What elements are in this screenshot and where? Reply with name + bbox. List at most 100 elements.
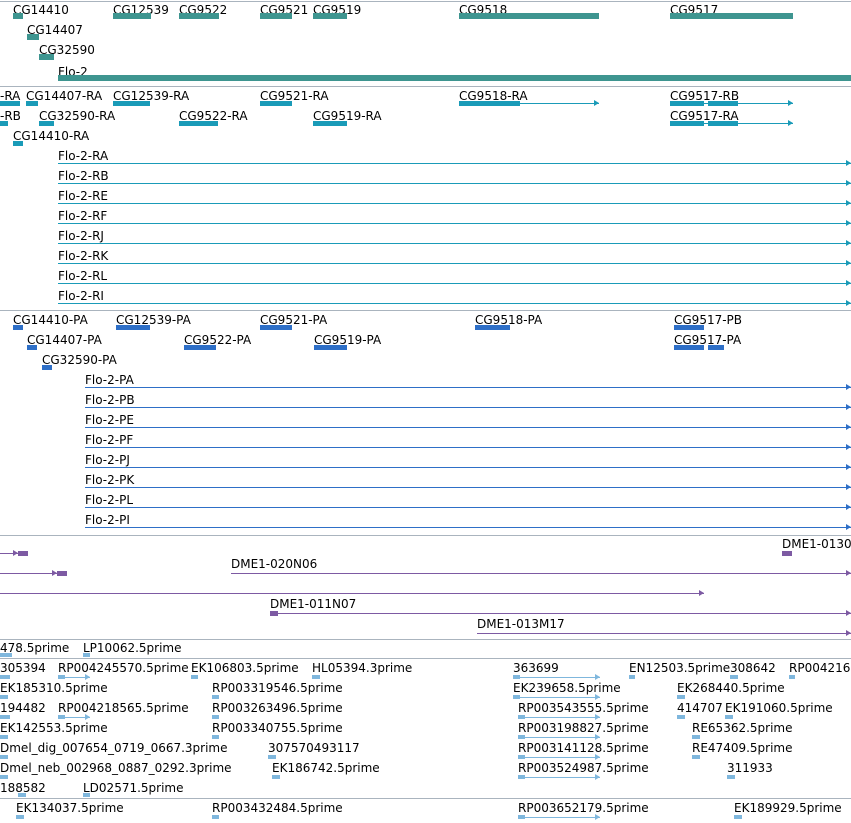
feature-exon-bar[interactable] (0, 121, 8, 126)
feature-exon-bar[interactable] (0, 735, 8, 739)
feature-exon-bar[interactable] (518, 735, 525, 739)
feature-exon-bar[interactable] (179, 121, 218, 126)
feature-label[interactable]: RP003524987.5prime (518, 761, 649, 775)
feature-exon-bar[interactable] (518, 815, 525, 819)
feature-exon-bar[interactable] (272, 775, 280, 779)
feature-label[interactable]: CG14407-PA (27, 333, 102, 347)
feature-label[interactable]: 308642 (730, 661, 776, 675)
feature-exon-bar[interactable] (513, 695, 520, 699)
feature-exon-bar[interactable] (179, 13, 219, 19)
feature-exon-bar[interactable] (677, 715, 685, 719)
feature-exon-bar[interactable] (260, 101, 292, 106)
feature-exon-bar[interactable] (0, 675, 10, 679)
feature-label[interactable]: RP003652179.5prime (518, 801, 649, 815)
feature-label[interactable]: Dmel_neb_002968_0887_0292.3prime (0, 761, 232, 775)
feature-label[interactable]: Flo-2-PA (85, 373, 134, 387)
feature-exon-bar[interactable] (782, 551, 792, 556)
feature-label[interactable]: Flo-2-PL (85, 493, 133, 507)
feature-label[interactable]: EK191060.5prime (725, 701, 833, 715)
feature-exon-bar[interactable] (459, 101, 520, 106)
feature-exon-bar[interactable] (0, 755, 8, 759)
feature-exon-bar[interactable] (670, 13, 793, 19)
feature-exon-bar[interactable] (212, 735, 219, 739)
feature-exon-bar[interactable] (518, 715, 525, 719)
feature-exon-bar[interactable] (113, 13, 151, 19)
feature-exon-bar[interactable] (13, 13, 23, 19)
feature-label[interactable]: CG14410-RA (13, 129, 89, 143)
feature-exon-bar[interactable] (27, 345, 37, 350)
feature-label[interactable]: CG32590-PA (42, 353, 117, 367)
feature-exon-bar[interactable] (518, 755, 525, 759)
feature-label[interactable]: RP003340755.5prime (212, 721, 343, 735)
feature-exon-bar[interactable] (692, 755, 700, 759)
feature-exon-bar[interactable] (730, 675, 738, 679)
feature-exon-bar[interactable] (268, 755, 276, 759)
feature-label[interactable]: Dmel_dig_007654_0719_0667.3prime (0, 741, 228, 755)
feature-exon-bar[interactable] (0, 715, 10, 719)
feature-label[interactable]: 305394 (0, 661, 46, 675)
feature-exon-bar[interactable] (18, 551, 28, 556)
feature-exon-bar[interactable] (674, 325, 704, 330)
feature-label[interactable]: RP003198827.5prime (518, 721, 649, 735)
feature-label[interactable]: 307570493117 (268, 741, 360, 755)
feature-exon-bar[interactable] (58, 75, 851, 81)
feature-exon-bar[interactable] (677, 695, 685, 699)
feature-label[interactable]: EK106803.5prime (191, 661, 299, 675)
feature-exon-bar[interactable] (314, 345, 347, 350)
feature-label[interactable]: RP004245570.5prime (58, 661, 189, 675)
feature-exon-bar[interactable] (670, 121, 704, 126)
feature-label[interactable]: LP10062.5prime (83, 641, 182, 655)
feature-label[interactable]: Flo-2-PF (85, 433, 133, 447)
feature-exon-bar[interactable] (39, 121, 54, 126)
feature-exon-bar[interactable] (0, 695, 8, 699)
feature-exon-bar[interactable] (191, 675, 198, 679)
feature-label[interactable]: RP003432484.5prime (212, 801, 343, 815)
feature-exon-bar[interactable] (708, 345, 724, 350)
feature-exon-bar[interactable] (26, 101, 38, 106)
feature-exon-bar[interactable] (518, 775, 525, 779)
feature-label[interactable]: RP004216 (789, 661, 850, 675)
feature-label[interactable]: HL05394.3prime (312, 661, 412, 675)
feature-label[interactable]: Flo-2-RE (58, 189, 108, 203)
feature-exon-bar[interactable] (83, 793, 90, 797)
feature-label[interactable]: Flo-2-PI (85, 513, 130, 527)
feature-label[interactable]: RP003319546.5prime (212, 681, 343, 695)
feature-label[interactable]: RP003263496.5prime (212, 701, 343, 715)
feature-label[interactable]: Flo-2-RF (58, 209, 107, 223)
feature-exon-bar[interactable] (58, 675, 65, 679)
feature-label[interactable]: RP003543555.5prime (518, 701, 649, 715)
feature-label[interactable]: Flo-2-RL (58, 269, 107, 283)
feature-label[interactable]: Flo-2-PJ (85, 453, 130, 467)
feature-label[interactable]: RE65362.5prime (692, 721, 793, 735)
feature-label[interactable]: Flo-2-PE (85, 413, 134, 427)
feature-exon-bar[interactable] (789, 675, 795, 679)
feature-exon-bar[interactable] (83, 653, 90, 657)
feature-exon-bar[interactable] (113, 101, 150, 106)
feature-exon-bar[interactable] (513, 675, 520, 679)
feature-exon-bar[interactable] (212, 815, 219, 819)
feature-exon-bar[interactable] (313, 121, 347, 126)
feature-exon-bar[interactable] (270, 611, 278, 616)
feature-label[interactable]: 194482 (0, 701, 46, 715)
feature-label[interactable]: EK189929.5prime (734, 801, 842, 815)
feature-label[interactable]: Flo-2-PK (85, 473, 134, 487)
feature-label[interactable]: Flo-2-RI (58, 289, 104, 303)
feature-label[interactable]: 414707 (677, 701, 723, 715)
feature-label[interactable]: CG14410-PA (13, 313, 88, 327)
feature-label[interactable]: DME1-011N07 (270, 597, 356, 611)
feature-exon-bar[interactable] (313, 13, 347, 19)
feature-exon-bar[interactable] (734, 815, 742, 819)
feature-exon-bar[interactable] (57, 571, 67, 576)
feature-label[interactable]: LD02571.5prime (83, 781, 184, 795)
feature-exon-bar[interactable] (727, 775, 735, 779)
feature-label[interactable]: DME1-013M17 (477, 617, 565, 631)
feature-label[interactable]: RP003141128.5prime (518, 741, 649, 755)
feature-exon-bar[interactable] (312, 675, 320, 679)
feature-exon-bar[interactable] (629, 675, 635, 679)
feature-exon-bar[interactable] (260, 13, 292, 19)
feature-label[interactable]: EK134037.5prime (16, 801, 124, 815)
feature-label[interactable]: EK185310.5prime (0, 681, 108, 695)
feature-label[interactable]: Flo-2-RA (58, 149, 108, 163)
feature-exon-bar[interactable] (670, 101, 704, 106)
feature-exon-bar[interactable] (18, 793, 26, 797)
